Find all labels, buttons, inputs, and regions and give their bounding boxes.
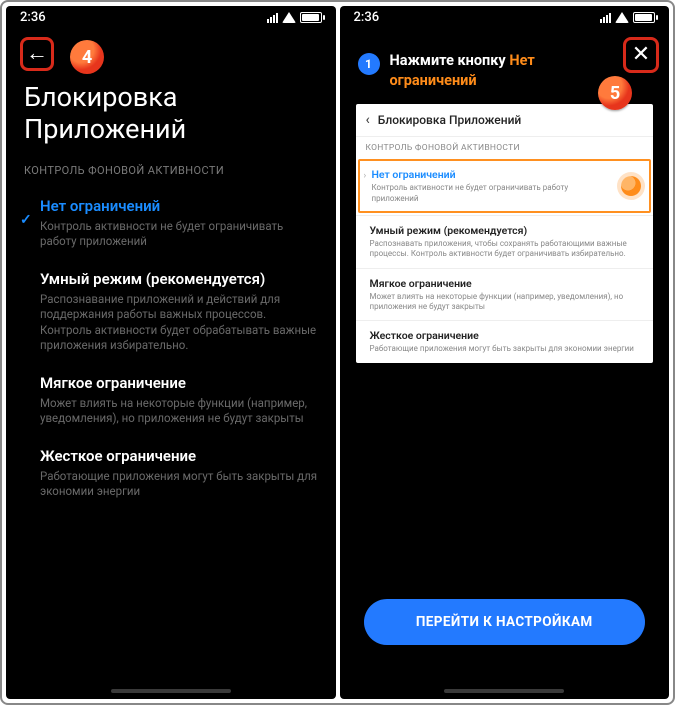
section-header: КОНТРОЛЬ ФОНОВОЙ АКТИВНОСТИ	[6, 148, 336, 187]
card-option-soft[interactable]: Мягкое ограничение Может влиять на некот…	[356, 268, 654, 321]
card-option-no-limit[interactable]: › Нет ограничений Контроль активности не…	[358, 159, 652, 213]
callout-badge-5: 5	[598, 76, 632, 110]
option-title: Мягкое ограничение	[40, 374, 318, 392]
option-desc: Работающие приложения могут быть закрыты…	[40, 469, 318, 500]
option-title: Умный режим (рекомендуется)	[40, 270, 318, 288]
battery-icon	[300, 12, 322, 23]
step-badge: 1	[358, 53, 380, 75]
back-button[interactable]: ←	[20, 37, 54, 71]
option-desc: Может влиять на некоторые функции (напри…	[40, 396, 318, 427]
home-indicator[interactable]	[111, 689, 231, 693]
card-title: Блокировка Приложений	[378, 113, 522, 127]
home-indicator[interactable]	[444, 689, 564, 693]
option-no-limit[interactable]: Нет ограничений Контроль активности не б…	[6, 187, 336, 260]
option-hard-limit[interactable]: Жесткое ограничение Работающие приложени…	[6, 437, 336, 510]
wifi-icon	[615, 12, 629, 23]
option-soft-limit[interactable]: Мягкое ограничение Может влиять на некот…	[6, 364, 336, 437]
card-option-title: Умный режим (рекомендуется)	[370, 224, 644, 237]
option-desc: Контроль активности не будет ограничиват…	[40, 219, 318, 250]
card-option-desc: Распознавать приложения, чтобы сохранять…	[370, 239, 644, 260]
card-option-title: Жесткое ограничение	[370, 329, 644, 342]
card-option-smart[interactable]: Умный режим (рекомендуется) Распознавать…	[356, 215, 654, 268]
status-time: 2:36	[354, 10, 380, 25]
left-phone: 2:36 ← Блокировка Приложений КОНТРОЛЬ ФО…	[6, 6, 336, 699]
chevron-right-icon: ›	[364, 171, 367, 181]
page-title: Блокировка Приложений	[6, 75, 336, 148]
preview-card: ‹ Блокировка Приложений КОНТРОЛЬ ФОНОВОЙ…	[356, 104, 654, 363]
option-title: Жесткое ограничение	[40, 447, 318, 465]
arrow-left-icon: ←	[26, 43, 48, 65]
chevron-left-icon: ‹	[366, 112, 370, 128]
signal-icon	[267, 12, 278, 23]
status-bar: 2:36	[340, 6, 670, 27]
right-phone: 2:36 1 Нажмите кнопку Нет ограничений ✕ …	[340, 6, 670, 699]
signal-icon	[600, 12, 611, 23]
card-option-desc: Контроль активности не будет ограничиват…	[372, 183, 614, 204]
close-icon: ✕	[632, 44, 650, 66]
card-option-desc: Работающие приложения могут быть закрыты…	[370, 344, 644, 354]
close-button[interactable]: ✕	[623, 37, 659, 73]
card-option-title: Нет ограничений	[372, 168, 614, 181]
card-option-desc: Может влиять на некоторые функции (напри…	[370, 292, 644, 313]
card-option-title: Мягкое ограничение	[370, 277, 644, 290]
status-bar: 2:36	[6, 6, 336, 27]
wifi-icon	[282, 12, 296, 23]
option-smart-mode[interactable]: Умный режим (рекомендуется) Распознавани…	[6, 260, 336, 364]
card-subheader: КОНТРОЛЬ ФОНОВОЙ АКТИВНОСТИ	[356, 136, 654, 157]
battery-icon	[633, 12, 655, 23]
option-desc: Распознавание приложений и действий для …	[40, 292, 318, 354]
go-to-settings-button[interactable]: ПЕРЕЙТИ К НАСТРОЙКАМ	[364, 599, 646, 645]
card-option-hard[interactable]: Жесткое ограничение Работающие приложени…	[356, 320, 654, 362]
callout-badge-4: 4	[70, 40, 104, 74]
option-title: Нет ограничений	[40, 197, 318, 215]
status-time: 2:36	[20, 10, 46, 25]
